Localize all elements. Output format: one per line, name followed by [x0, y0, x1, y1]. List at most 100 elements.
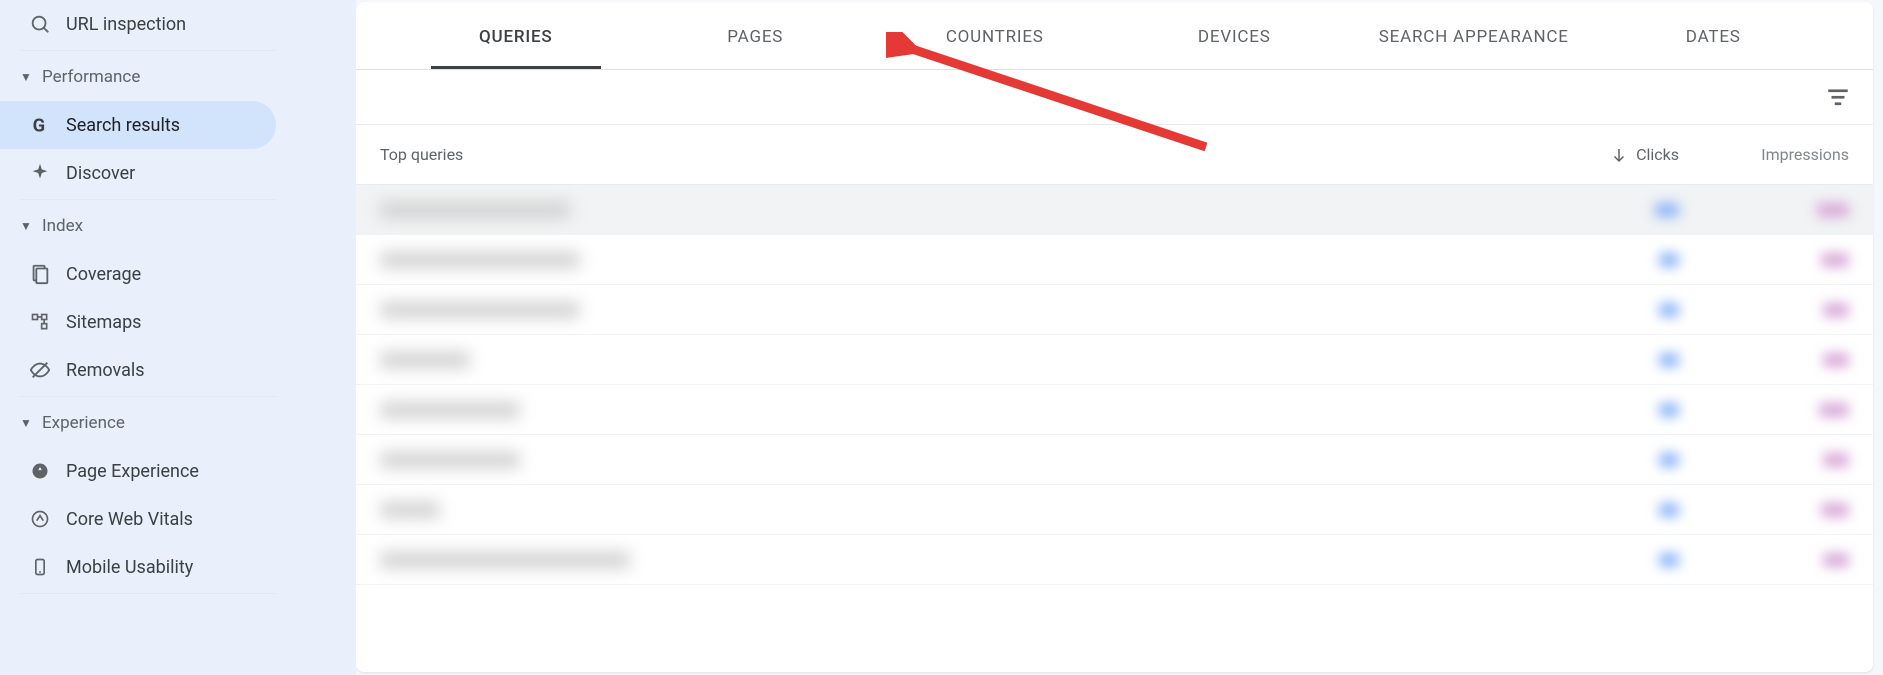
sidebar-item-label: Core Web Vitals — [66, 509, 193, 530]
query-cell — [380, 502, 1509, 518]
tab-devices[interactable]: DEVICES — [1115, 27, 1355, 69]
tab-bar: QUERIES PAGES COUNTRIES DEVICES SEARCH A… — [356, 2, 1873, 70]
sidebar-section-performance[interactable]: ▼ Performance — [0, 53, 356, 101]
blurred-impressions — [1817, 203, 1849, 217]
table-row[interactable] — [356, 485, 1873, 535]
table-row[interactable] — [356, 335, 1873, 385]
sidebar-item-label: Coverage — [66, 264, 141, 285]
divider — [20, 50, 276, 51]
tab-queries[interactable]: QUERIES — [396, 27, 636, 69]
google-g-icon: G — [28, 113, 52, 137]
sidebar-item-page-experience[interactable]: Page Experience — [0, 447, 276, 495]
table-row[interactable] — [356, 185, 1873, 235]
blurred-query — [380, 352, 470, 368]
impressions-cell — [1679, 203, 1849, 217]
sidebar-item-label: Search results — [66, 115, 180, 136]
sidebar-item-mobile-usability[interactable]: Mobile Usability — [0, 543, 276, 591]
table-row[interactable] — [356, 435, 1873, 485]
blurred-clicks — [1659, 553, 1679, 567]
sidebar: URL inspection ▼ Performance G Search re… — [0, 0, 356, 675]
table-row[interactable] — [356, 285, 1873, 335]
sidebar-item-label: Discover — [66, 163, 135, 184]
clicks-cell — [1509, 203, 1679, 217]
sidebar-item-removals[interactable]: Removals — [0, 346, 276, 394]
chevron-down-icon: ▼ — [20, 416, 40, 430]
table-row[interactable] — [356, 235, 1873, 285]
blurred-clicks — [1659, 253, 1679, 267]
sidebar-item-search-results[interactable]: G Search results — [0, 101, 276, 149]
sidebar-item-coverage[interactable]: Coverage — [0, 250, 276, 298]
blurred-clicks — [1659, 303, 1679, 317]
impressions-cell — [1679, 453, 1849, 467]
query-cell — [380, 252, 1509, 268]
divider — [20, 199, 276, 200]
filter-icon[interactable] — [1825, 84, 1851, 110]
tab-search-appearance[interactable]: SEARCH APPEARANCE — [1354, 27, 1594, 69]
blurred-query — [380, 302, 580, 318]
removals-icon — [28, 358, 52, 382]
query-cell — [380, 452, 1509, 468]
table-body — [356, 185, 1873, 585]
sidebar-item-sitemaps[interactable]: Sitemaps — [0, 298, 276, 346]
table-header: Top queries Clicks Impressions — [356, 125, 1873, 185]
impressions-cell — [1679, 253, 1849, 267]
clicks-cell — [1509, 403, 1679, 417]
sidebar-item-core-web-vitals[interactable]: Core Web Vitals — [0, 495, 276, 543]
performance-card: QUERIES PAGES COUNTRIES DEVICES SEARCH A… — [356, 2, 1873, 672]
column-impressions-label: Impressions — [1761, 145, 1849, 164]
tab-countries[interactable]: COUNTRIES — [875, 27, 1115, 69]
sidebar-section-index[interactable]: ▼ Index — [0, 202, 356, 250]
column-clicks-label: Clicks — [1636, 145, 1679, 164]
sidebar-item-label: Mobile Usability — [66, 557, 193, 578]
blurred-clicks — [1659, 403, 1679, 417]
svg-text:G: G — [33, 115, 46, 136]
main-content: QUERIES PAGES COUNTRIES DEVICES SEARCH A… — [356, 0, 1883, 675]
column-top-queries: Top queries — [380, 145, 1509, 164]
sidebar-section-label: Index — [42, 216, 83, 236]
sidebar-item-discover[interactable]: Discover — [0, 149, 276, 197]
query-cell — [380, 552, 1509, 568]
blurred-clicks — [1659, 353, 1679, 367]
sidebar-item-label: URL inspection — [66, 14, 186, 35]
divider — [20, 593, 276, 594]
blurred-clicks — [1655, 203, 1679, 217]
query-cell — [380, 202, 1509, 218]
impressions-cell — [1679, 503, 1849, 517]
sidebar-item-url-inspection[interactable]: URL inspection — [0, 0, 276, 48]
blurred-impressions — [1823, 353, 1849, 367]
sidebar-section-label: Performance — [42, 67, 140, 87]
sitemaps-icon — [28, 310, 52, 334]
table-row[interactable] — [356, 385, 1873, 435]
blurred-impressions — [1819, 403, 1849, 417]
impressions-cell — [1679, 403, 1849, 417]
sidebar-section-label: Experience — [42, 413, 125, 433]
tab-dates[interactable]: DATES — [1594, 27, 1834, 69]
impressions-cell — [1679, 353, 1849, 367]
table-row[interactable] — [356, 535, 1873, 585]
clicks-cell — [1509, 553, 1679, 567]
clicks-cell — [1509, 253, 1679, 267]
blurred-query — [380, 402, 520, 418]
column-impressions[interactable]: Impressions — [1679, 145, 1849, 164]
sidebar-item-label: Page Experience — [66, 461, 199, 482]
blurred-impressions — [1823, 553, 1849, 567]
query-cell — [380, 302, 1509, 318]
sort-down-icon — [1610, 146, 1628, 164]
impressions-cell — [1679, 303, 1849, 317]
query-cell — [380, 352, 1509, 368]
clicks-cell — [1509, 353, 1679, 367]
divider — [20, 396, 276, 397]
chevron-down-icon: ▼ — [20, 219, 40, 233]
blurred-clicks — [1659, 453, 1679, 467]
column-clicks[interactable]: Clicks — [1509, 145, 1679, 164]
query-cell — [380, 402, 1509, 418]
blurred-impressions — [1823, 453, 1849, 467]
blurred-impressions — [1821, 503, 1849, 517]
clicks-cell — [1509, 503, 1679, 517]
blurred-impressions — [1821, 253, 1849, 267]
sidebar-section-experience[interactable]: ▼ Experience — [0, 399, 356, 447]
tab-pages[interactable]: PAGES — [636, 27, 876, 69]
coverage-icon — [28, 262, 52, 286]
impressions-cell — [1679, 553, 1849, 567]
blurred-clicks — [1659, 503, 1679, 517]
